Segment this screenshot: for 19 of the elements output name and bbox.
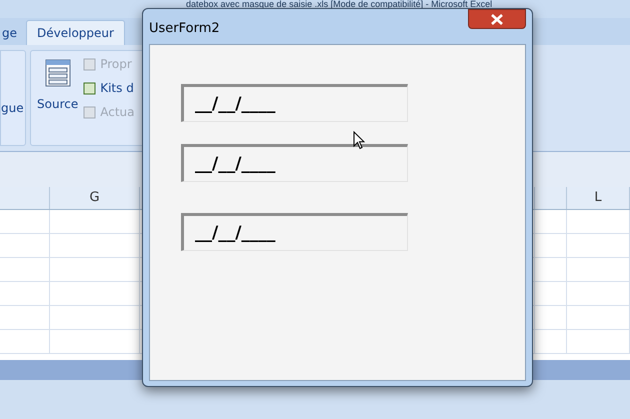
ribbon-tab[interactable]: Développeur — [26, 20, 125, 45]
ribbon-tab[interactable]: ge — [0, 20, 19, 45]
close-button[interactable] — [468, 9, 526, 29]
close-icon — [491, 14, 503, 24]
date-input-field[interactable]: __/__/____ — [181, 213, 408, 251]
column-header[interactable]: L — [594, 188, 602, 208]
code-window-icon — [44, 59, 71, 87]
mouse-pointer-icon — [353, 131, 365, 150]
command-icon — [82, 56, 98, 72]
window-title: datebox avec masque de saisie .xls [Mode de compatibilité] - Microsoft Excel — [186, 0, 492, 8]
command-icon — [82, 80, 98, 96]
column-header[interactable]: G — [89, 188, 100, 208]
date-input-field[interactable]: __/__/____ — [181, 84, 408, 122]
group-label: gue — [1, 101, 24, 115]
date-input-field[interactable]: __/__/____ — [181, 144, 408, 182]
command-icon — [82, 104, 98, 120]
dialog-title: UserForm2 — [149, 20, 220, 38]
ribbon-command[interactable]: Kits d — [82, 77, 134, 99]
source-button[interactable]: Source — [37, 59, 78, 115]
